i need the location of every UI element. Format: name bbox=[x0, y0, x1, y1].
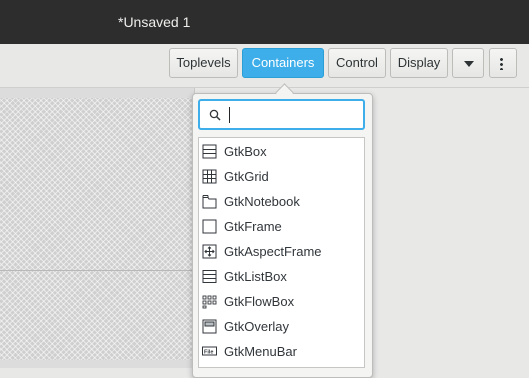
more-palettes-button[interactable] bbox=[452, 48, 484, 78]
list-item-gtkgrid[interactable]: GtkGrid bbox=[199, 164, 364, 189]
text-cursor bbox=[229, 107, 230, 123]
list-item-gtkflowbox[interactable]: GtkFlowBox bbox=[199, 289, 364, 314]
list-item-label: GtkGrid bbox=[224, 169, 269, 184]
flow-box-icon bbox=[202, 295, 217, 309]
chevron-down-icon bbox=[464, 61, 474, 67]
widget-list: GtkBox GtkGrid GtkNotebook GtkFrame GtkA… bbox=[198, 137, 365, 368]
list-item-label: GtkMenuBar bbox=[224, 344, 297, 359]
list-item-label: GtkBox bbox=[224, 144, 267, 159]
search-input[interactable] bbox=[198, 99, 365, 130]
list-item-gtkbox[interactable]: GtkBox bbox=[199, 139, 364, 164]
aspect-frame-icon bbox=[202, 244, 217, 259]
list-item-gtkframe[interactable]: GtkFrame bbox=[199, 214, 364, 239]
overlay-icon bbox=[202, 319, 217, 334]
palette-toolbar: Toplevels Containers Control Display bbox=[0, 44, 529, 88]
display-button[interactable]: Display bbox=[390, 48, 448, 78]
toplevels-button[interactable]: Toplevels bbox=[169, 48, 238, 78]
svg-text:File: File bbox=[204, 350, 213, 356]
title-bar: *Unsaved 1 bbox=[0, 0, 529, 44]
list-item-label: GtkAspectFrame bbox=[224, 244, 322, 259]
list-item-label: GtkFrame bbox=[224, 219, 282, 234]
grid-icon bbox=[202, 169, 217, 184]
list-item-gtklistbox[interactable]: GtkListBox bbox=[199, 264, 364, 289]
frame-icon bbox=[202, 219, 217, 234]
search-icon bbox=[209, 109, 221, 121]
list-item-gtkoverlay[interactable]: GtkOverlay bbox=[199, 314, 364, 339]
control-button[interactable]: Control bbox=[328, 48, 386, 78]
list-item-gtkmenubar[interactable]: File GtkMenuBar bbox=[199, 339, 364, 364]
list-item-label: GtkNotebook bbox=[224, 194, 300, 209]
notebook-icon bbox=[202, 195, 217, 209]
list-item-gtkaspectframe[interactable]: GtkAspectFrame bbox=[199, 239, 364, 264]
list-item-label: GtkOverlay bbox=[224, 319, 290, 334]
design-canvas[interactable] bbox=[0, 88, 195, 368]
canvas-divider bbox=[0, 270, 195, 271]
list-item-gtknotebook[interactable]: GtkNotebook bbox=[199, 189, 364, 214]
kebab-menu-icon bbox=[500, 57, 503, 70]
box-icon bbox=[202, 144, 217, 159]
list-box-icon bbox=[202, 270, 217, 283]
canvas-placeholder bbox=[0, 98, 195, 360]
menu-button[interactable] bbox=[489, 48, 517, 78]
list-item-label: GtkFlowBox bbox=[224, 294, 295, 309]
menu-bar-icon: File bbox=[202, 346, 217, 356]
containers-button[interactable]: Containers bbox=[242, 48, 324, 78]
window-title: *Unsaved 1 bbox=[118, 14, 191, 30]
list-item-label: GtkListBox bbox=[224, 269, 287, 284]
